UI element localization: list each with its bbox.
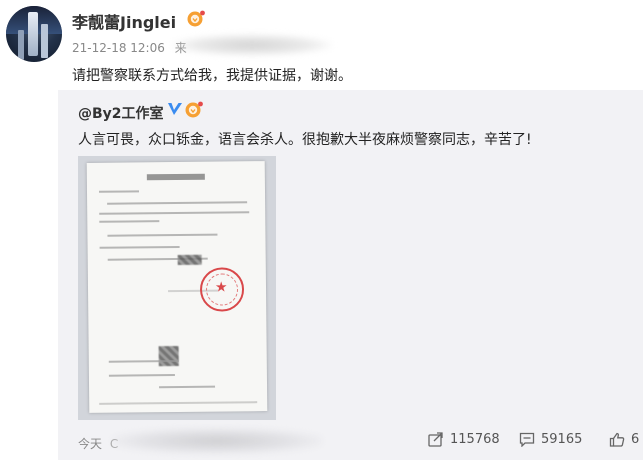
like-count: 6 — [631, 432, 640, 447]
post-timestamp: 21-12-18 12:06 — [72, 41, 165, 55]
blurred-source — [172, 34, 332, 56]
avatar-tower — [28, 12, 38, 56]
username[interactable]: 李靓蕾Jinglei — [72, 9, 176, 33]
repost-count: 115768 — [450, 432, 500, 447]
redacted-signature — [158, 345, 179, 367]
thumbs-up-icon — [609, 432, 625, 447]
repost-button[interactable]: 115768 — [428, 432, 500, 447]
document-heading — [146, 173, 205, 181]
avatar-building — [41, 24, 48, 58]
repost-time-prefix: 今天 — [78, 437, 103, 451]
verified-v-icon — [168, 103, 182, 115]
red-official-stamp — [199, 267, 245, 312]
vip-badge-icon[interactable] — [184, 100, 204, 118]
vip-badge-icon[interactable] — [186, 9, 206, 27]
avatar-building — [18, 30, 24, 60]
post-text: 请把警察联系方式给我，我提供证据，谢谢。 — [72, 68, 352, 84]
comment-count: 59165 — [541, 432, 583, 447]
blurred-source — [112, 428, 322, 454]
repost-author-link[interactable]: @By2工作室 — [78, 103, 164, 123]
redacted-area — [177, 254, 202, 265]
post-meta: 21-12-18 12:06 来 — [72, 39, 187, 56]
like-button[interactable]: 6 — [609, 432, 639, 447]
repost-text: 人言可畏，众口铄金，语言会杀人。很抱歉大半夜麻烦警察同志，辛苦了! — [78, 132, 532, 148]
comment-button[interactable]: 59165 — [519, 432, 582, 447]
user-avatar[interactable] — [6, 6, 62, 62]
share-icon — [428, 432, 443, 447]
document-paper — [86, 161, 268, 413]
comment-icon — [519, 432, 535, 447]
attached-document-image[interactable] — [78, 156, 276, 420]
